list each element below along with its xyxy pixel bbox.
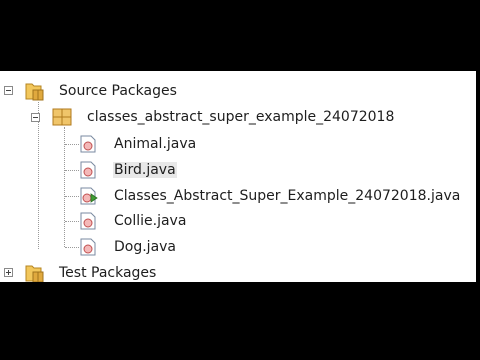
- file-label: Dog.java: [114, 239, 177, 255]
- tree-guide-line: [65, 170, 79, 171]
- tree-guide-line: [64, 127, 65, 247]
- source-packages-node[interactable]: Source Packages: [24, 81, 178, 101]
- java-class-icon: [80, 161, 96, 179]
- file-label: Classes_Abstract_Super_Example_24072018.…: [114, 188, 461, 204]
- test-packages-node[interactable]: Test Packages: [24, 263, 157, 282]
- tree-guide-line: [65, 221, 79, 222]
- java-class-icon: [80, 238, 96, 256]
- package-node[interactable]: classes_abstract_super_example_24072018: [52, 107, 395, 127]
- package-icon: [52, 108, 72, 126]
- java-class-icon: [80, 212, 96, 230]
- file-node-dog[interactable]: Dog.java: [80, 237, 177, 257]
- tree-guide-line: [65, 196, 79, 197]
- file-node-bird[interactable]: Bird.java: [80, 160, 177, 180]
- file-label: Collie.java: [114, 213, 187, 229]
- project-tree-panel: Source Packages classes_abstract_super_e…: [0, 71, 476, 282]
- tree-guide-line: [65, 144, 79, 145]
- java-class-icon: [80, 135, 96, 153]
- file-label: Animal.java: [114, 136, 197, 152]
- file-node-animal[interactable]: Animal.java: [80, 134, 197, 154]
- test-packages-label: Test Packages: [59, 265, 157, 281]
- collapse-source-packages-toggle[interactable]: [4, 86, 13, 95]
- file-node-main-class[interactable]: Classes_Abstract_Super_Example_24072018.…: [80, 186, 461, 206]
- package-label: classes_abstract_super_example_24072018: [87, 109, 395, 125]
- file-node-collie[interactable]: Collie.java: [80, 211, 187, 231]
- java-main-class-icon: [80, 187, 98, 205]
- folder-package-icon: [25, 265, 44, 282]
- file-label: Bird.java: [113, 162, 177, 178]
- source-packages-label: Source Packages: [59, 83, 177, 99]
- expand-test-packages-toggle[interactable]: [4, 268, 13, 277]
- folder-package-icon: [25, 83, 44, 101]
- tree-guide-line: [38, 102, 39, 249]
- collapse-package-toggle[interactable]: [31, 113, 40, 122]
- tree-guide-line: [65, 247, 79, 248]
